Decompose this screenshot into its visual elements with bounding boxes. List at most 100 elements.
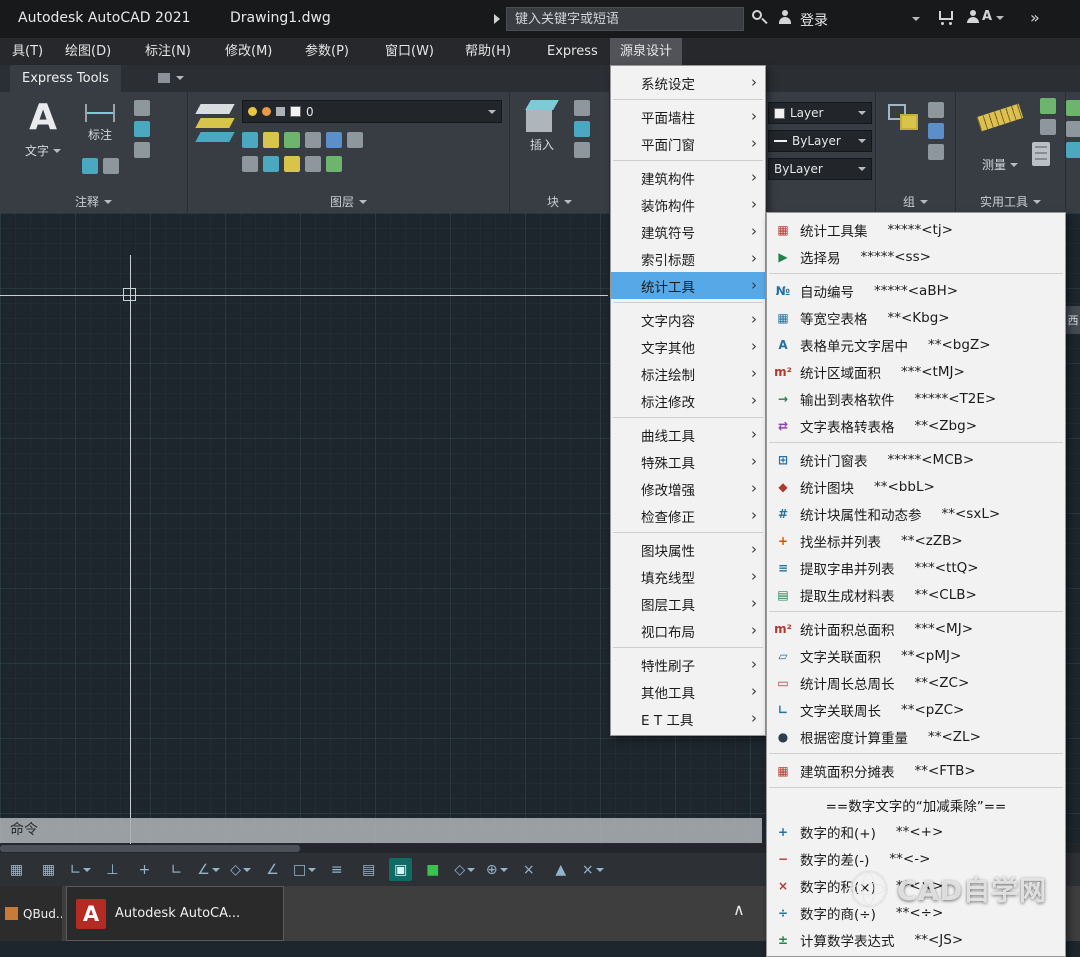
ortho-mode-icon[interactable]: ∟ — [165, 858, 188, 881]
table-tool-icon[interactable] — [103, 158, 119, 174]
menu-express[interactable]: Express — [537, 38, 608, 65]
overflow-chevrons-icon[interactable]: » — [1030, 8, 1040, 27]
search-icon[interactable] — [752, 10, 768, 26]
infer-constraints-icon[interactable]: ⊥ — [101, 858, 124, 881]
submenu-item-weight-by-density[interactable]: ● 根据密度计算重量 **<ZL> — [767, 723, 1065, 750]
layer-unisolate-icon[interactable] — [284, 132, 300, 148]
layer-match-icon[interactable] — [242, 156, 258, 172]
tab-express-tools[interactable]: Express Tools — [10, 65, 121, 92]
menu-dimension[interactable]: 标注(N) — [135, 38, 201, 65]
clipped-tool-icon[interactable] — [1066, 142, 1080, 158]
menu-item-special-tools[interactable]: 特殊工具 › — [611, 448, 765, 475]
menu-window[interactable]: 窗口(W) — [375, 38, 444, 65]
leader-tool-icon[interactable] — [82, 158, 98, 174]
submenu-item-find-coords-list[interactable]: + 找坐标并列表 **<zZB> — [767, 527, 1065, 554]
layer-isolate-icon[interactable] — [263, 132, 279, 148]
color-combo[interactable]: ByLayer — [768, 130, 872, 152]
submenu-item-stats-region-area[interactable]: m² 统计区域面积 ***<tMJ> — [767, 358, 1065, 385]
panel-label-layers[interactable]: 图层 — [188, 193, 509, 210]
menu-item-text-other[interactable]: 文字其他 › — [611, 333, 765, 360]
menu-tools[interactable]: 具(T) — [2, 38, 53, 65]
annotation-visibility-icon[interactable]: × — [517, 858, 540, 881]
menu-item-plan-doors[interactable]: 平面门窗 › — [611, 130, 765, 157]
menu-help[interactable]: 帮助(H) — [455, 38, 521, 65]
menu-item-dim-draw[interactable]: 标注绘制 › — [611, 360, 765, 387]
measure-ruler-icon[interactable] — [976, 103, 1024, 132]
submenu-item-text-linked-perimeter[interactable]: ∟ 文字关联周长 **<pZC> — [767, 696, 1065, 723]
submenu-item-export-to-spreadsheet[interactable]: → 输出到表格软件 *****<T2E> — [767, 385, 1065, 412]
create-block-icon[interactable] — [574, 100, 590, 116]
layer-freeze-tool-icon[interactable] — [305, 132, 321, 148]
dynamic-ucs-icon[interactable]: ■ — [421, 858, 444, 881]
submenu-item-stats-block-attrs[interactable]: # 统计块属性和动态参 **<sxL> — [767, 500, 1065, 527]
taskbar-app-qbud[interactable]: QBud... — [0, 886, 62, 941]
layer-merge-icon[interactable] — [326, 156, 342, 172]
submenu-item-calc-expression[interactable]: ± 计算数学表达式 **<JS> — [767, 926, 1065, 953]
menu-item-et-tools[interactable]: E T 工具 › — [611, 705, 765, 732]
menu-item-hatch-linetype[interactable]: 填充线型 › — [611, 563, 765, 590]
dim-style-icon[interactable] — [134, 121, 150, 137]
menu-item-property-brush[interactable]: 特性刷子 › — [611, 651, 765, 678]
calculator-icon[interactable] — [1032, 142, 1050, 166]
quick-access-chevron-icon[interactable] — [494, 14, 500, 24]
tray-expand-icon[interactable]: ∧ — [733, 900, 745, 919]
menu-item-modify-enhance[interactable]: 修改增强 › — [611, 475, 765, 502]
layer-state-icon[interactable] — [242, 132, 258, 148]
menu-item-dim-modify[interactable]: 标注修改 › — [611, 387, 765, 414]
object-snap-icon[interactable]: □ — [293, 858, 317, 881]
command-line[interactable]: 命令 — [0, 818, 762, 843]
layer-combo[interactable]: 0 — [242, 100, 502, 123]
quick-select-icon[interactable] — [1040, 98, 1056, 114]
group-edit-icon[interactable] — [928, 123, 944, 139]
submenu-item-numbers-sum[interactable]: + 数字的和(+) **<+> — [767, 818, 1065, 845]
submenu-item-area-apportion-table[interactable]: ▦ 建筑面积分摊表 **<FTB> — [767, 757, 1065, 784]
isometric-drafting-icon[interactable]: ◇ — [229, 858, 252, 881]
panel-label-annotate[interactable]: 注释 — [0, 193, 187, 210]
text-style-icon[interactable] — [134, 100, 150, 116]
selection-cycling-icon[interactable]: ▣ — [389, 858, 413, 881]
grid-display-icon[interactable]: ▦ — [37, 858, 60, 881]
selection-filter-icon[interactable]: ◇ — [453, 858, 476, 881]
panel-label-utilities[interactable]: 实用工具 — [956, 193, 1065, 210]
submenu-item-stats-blocks[interactable]: ◆ 统计图块 **<bbL> — [767, 473, 1065, 500]
panel-label-group[interactable]: 组 — [876, 193, 955, 210]
model-grid-icon[interactable]: ▦ — [5, 858, 28, 881]
menu-item-plan-walls[interactable]: 平面墙柱 › — [611, 103, 765, 130]
menu-item-text-content[interactable]: 文字内容 › — [611, 306, 765, 333]
submenu-item-stats-toolset[interactable]: ▦ 统计工具集 *****<tj> — [767, 216, 1065, 243]
clipped-tool-icon[interactable] — [1066, 100, 1080, 116]
menu-yuanquan[interactable]: 源泉设计 — [610, 38, 683, 65]
snap-mode-icon[interactable]: ∟ — [69, 858, 92, 881]
submenu-item-stats-total-perimeter[interactable]: ▭ 统计周长总周长 **<ZC> — [767, 669, 1065, 696]
menu-item-decor-parts[interactable]: 装饰构件 › — [611, 191, 765, 218]
scrollbar-thumb[interactable] — [0, 845, 300, 852]
layer-current-icon[interactable] — [263, 156, 279, 172]
block-attrs-icon[interactable] — [574, 142, 590, 158]
titlebar-caret-icon[interactable] — [912, 17, 920, 21]
search-input[interactable] — [506, 7, 744, 31]
sign-in-label[interactable]: 登录 — [800, 10, 828, 30]
menu-item-viewport-layout[interactable]: 视口布局 › — [611, 617, 765, 644]
submenu-item-extract-material-table[interactable]: ▤ 提取生成材料表 **<CLB> — [767, 581, 1065, 608]
layer-lock-tool-icon[interactable] — [347, 132, 363, 148]
polar-tracking-icon[interactable]: ∠ — [197, 858, 220, 881]
measure-button[interactable]: 测量 — [970, 156, 1030, 173]
edit-block-icon[interactable] — [574, 121, 590, 137]
submenu-item-text-linked-area[interactable]: ▱ 文字关联面积 **<pMJ> — [767, 642, 1065, 669]
layer-properties-icon[interactable] — [195, 100, 236, 148]
menu-item-block-attrs[interactable]: 图块属性 › — [611, 536, 765, 563]
layer-copy-icon[interactable] — [284, 156, 300, 172]
menu-item-curve-tools[interactable]: 曲线工具 › — [611, 421, 765, 448]
menu-item-building-symbols[interactable]: 建筑符号 › — [611, 218, 765, 245]
menu-item-layer-tools[interactable]: 图层工具 › — [611, 590, 765, 617]
submenu-item-easy-select[interactable]: ▶ 选择易 *****<ss> — [767, 243, 1065, 270]
menu-item-check-fix[interactable]: 检查修正 › — [611, 502, 765, 529]
submenu-item-text-table-convert[interactable]: ⇄ 文字表格转表格 **<Zbg> — [767, 412, 1065, 439]
menu-draw[interactable]: 绘图(D) — [55, 38, 121, 65]
annotation-scale-icon[interactable]: × — [581, 858, 604, 881]
submenu-item-table-cell-center[interactable]: A 表格单元文字居中 **<bgZ> — [767, 331, 1065, 358]
taskbar-app-autocad[interactable]: A Autodesk AutoCA... — [66, 886, 284, 941]
id-point-icon[interactable] — [1040, 119, 1056, 135]
layer-select-combo[interactable]: Layer — [768, 102, 872, 124]
submenu-item-numbers-difference[interactable]: − 数字的差(-) **<-> — [767, 845, 1065, 872]
